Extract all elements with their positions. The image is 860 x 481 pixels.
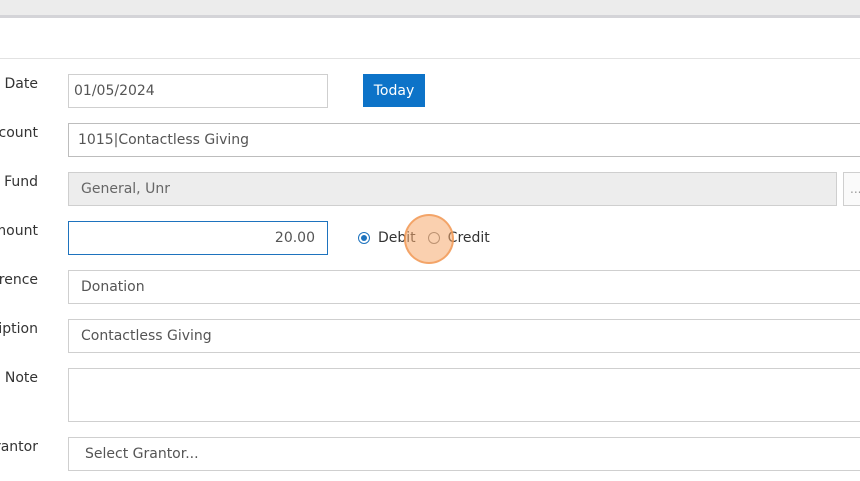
account-label: ccount (0, 125, 38, 141)
header-separator (0, 58, 860, 59)
fund-field: General, Unr (68, 172, 837, 206)
credit-label[interactable]: Credit (448, 230, 490, 246)
grantor-label: rantor (0, 439, 38, 455)
description-input[interactable]: Contactless Giving (68, 319, 860, 353)
amount-input[interactable]: 20.00 (68, 221, 328, 255)
date-input[interactable]: 01/05/2024 (68, 74, 328, 108)
window-top-bar (0, 0, 860, 18)
note-label: Note (4, 370, 38, 386)
note-textarea[interactable] (68, 368, 860, 422)
debit-credit-group: Debit Credit (358, 229, 502, 247)
reference-input[interactable]: Donation (68, 270, 860, 304)
fund-label: Fund (4, 174, 38, 190)
amount-label: mount (0, 223, 38, 239)
date-label: Date (4, 76, 38, 92)
debit-radio[interactable] (358, 232, 370, 244)
today-button[interactable]: Today (363, 74, 425, 107)
debit-label[interactable]: Debit (378, 230, 416, 246)
fund-browse-button[interactable]: ... (843, 172, 860, 206)
description-label: ription (0, 321, 38, 337)
reference-label: erence (0, 272, 38, 288)
account-select[interactable]: 1015|Contactless Giving (68, 123, 860, 157)
grantor-select[interactable]: Select Grantor... (68, 437, 860, 471)
credit-radio[interactable] (427, 232, 440, 244)
